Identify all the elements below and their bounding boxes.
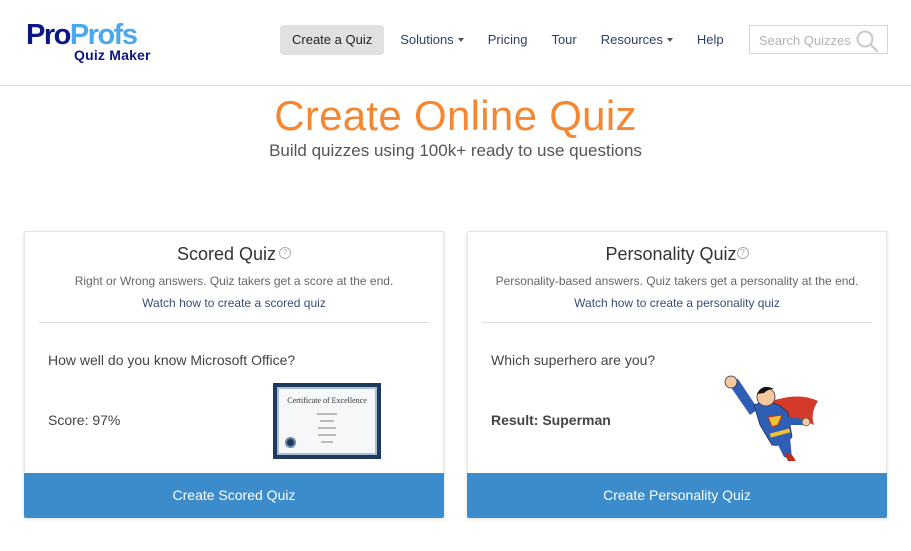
card-title-text: Personality Quiz	[605, 244, 737, 264]
example-question: How well do you know Microsoft Office?	[48, 352, 296, 368]
nav-label: Help	[696, 32, 724, 47]
help-icon[interactable]: ?	[279, 247, 292, 260]
nav-pricing[interactable]: Pricing	[476, 25, 540, 55]
search-icon[interactable]	[855, 29, 879, 53]
nav-help[interactable]: Help	[685, 25, 736, 55]
certificate-line	[320, 420, 334, 422]
nav-label: Tour	[551, 32, 577, 47]
certificate-line	[318, 434, 336, 436]
hand-shape	[801, 417, 811, 427]
nav-label: Create a Quiz	[292, 32, 373, 47]
caret-down-icon	[457, 37, 464, 42]
certificate-title: Certificate of Excellence	[287, 396, 367, 405]
personality-quiz-card: Personality Quiz? Personality-based answ…	[467, 231, 887, 518]
help-icon[interactable]: ?	[736, 247, 749, 260]
logo-product-name: Quiz Maker	[74, 47, 151, 63]
watch-video-link[interactable]: Watch how to create a personality quiz	[468, 296, 886, 310]
certificate-line	[321, 441, 333, 443]
nav-tour[interactable]: Tour	[539, 25, 588, 55]
nav-label: Solutions	[400, 32, 454, 47]
fist-shape	[724, 375, 738, 389]
certificate-line	[318, 427, 336, 429]
example-question: Which superhero are you?	[491, 352, 656, 368]
card-title: Scored Quiz?	[25, 244, 443, 265]
caret-down-icon	[666, 37, 673, 42]
nav-label: Resources	[600, 32, 663, 47]
proprofs-logo[interactable]: ProProfs Quiz Maker	[26, 19, 166, 64]
nav-resources[interactable]: Resources	[589, 25, 685, 55]
search-box	[749, 25, 888, 54]
card-title-text: Scored Quiz	[176, 244, 277, 264]
card-title: Personality Quiz?	[468, 244, 886, 265]
nav-create-a-quiz[interactable]: Create a Quiz	[280, 25, 385, 55]
watch-video-link[interactable]: Watch how to create a scored quiz	[25, 296, 443, 310]
seal-icon	[285, 437, 296, 448]
site-header: ProProfs Quiz Maker Create a Quiz Soluti…	[0, 0, 911, 86]
create-scored-quiz-button[interactable]: Create Scored Quiz	[24, 473, 444, 518]
create-personality-quiz-button[interactable]: Create Personality Quiz	[467, 473, 887, 518]
scored-quiz-card: Scored Quiz? Right or Wrong answers. Qui…	[24, 231, 444, 518]
search-input[interactable]	[759, 31, 857, 49]
superhero-image	[724, 375, 818, 461]
certificate-line	[317, 413, 337, 415]
divider	[39, 322, 429, 323]
example-result: Result: Superman	[491, 412, 611, 428]
certificate-body: Certificate of Excellence	[277, 387, 377, 455]
page-subtitle: Build quizzes using 100k+ ready to use q…	[269, 141, 642, 160]
divider	[482, 322, 872, 323]
page-title: Create Online Quiz	[274, 92, 637, 139]
main-nav: Create a Quiz Solutions Pricing Tour Res…	[280, 25, 736, 55]
card-description: Personality-based answers. Quiz takers g…	[495, 274, 859, 288]
logo-pro: Pro	[26, 19, 71, 51]
nav-label: Pricing	[487, 32, 528, 47]
nav-solutions[interactable]: Solutions	[388, 25, 475, 55]
card-description: Right or Wrong answers. Quiz takers get …	[74, 274, 394, 288]
example-result: Score: 97%	[48, 412, 121, 428]
certificate-image: Certificate of Excellence	[273, 383, 381, 459]
